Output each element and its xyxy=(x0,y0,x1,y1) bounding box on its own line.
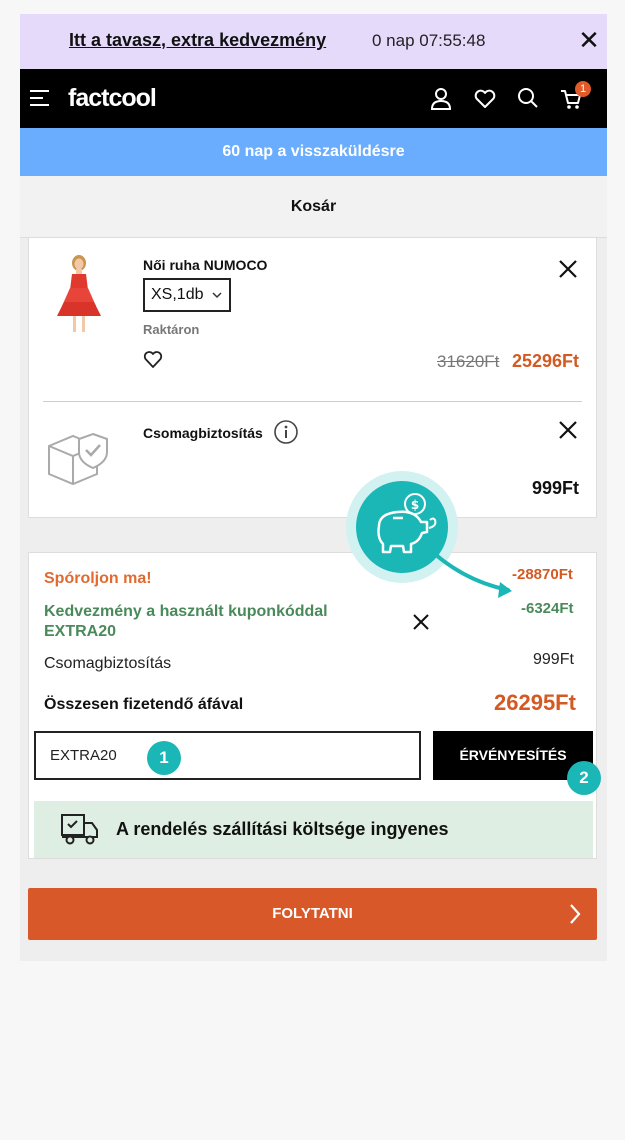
free-shipping-banner: A rendelés szállítási költsége ingyenes xyxy=(34,801,593,858)
product-old-price: 31620Ft xyxy=(437,352,500,371)
page-title: Kosár xyxy=(20,176,607,238)
total-label: Összesen fizetendő áfával xyxy=(44,696,244,713)
shield-box-icon xyxy=(48,432,108,486)
product-image[interactable] xyxy=(53,254,105,336)
cart-count-badge: 1 xyxy=(575,81,591,97)
item-divider xyxy=(43,401,582,402)
product-new-price: 25296Ft xyxy=(512,351,580,371)
coupon-discount-label: Kedvezmény a használt kuponkóddal EXTRA2… xyxy=(44,603,328,640)
site-header: factcool 1 xyxy=(20,69,607,128)
promo-close-icon[interactable]: ✕ xyxy=(576,25,602,55)
step-1-badge: 1 xyxy=(147,741,181,775)
chevron-down-icon xyxy=(212,292,222,299)
summary-insurance-label: Csomagbiztosítás xyxy=(44,655,172,672)
remove-product-close-icon[interactable] xyxy=(557,258,579,280)
promo-link[interactable]: Itt a tavasz, extra kedvezmény xyxy=(69,30,326,51)
menu-icon[interactable] xyxy=(29,87,51,109)
coupon-input[interactable] xyxy=(34,731,421,780)
variant-value: XS,1db xyxy=(151,286,204,303)
svg-text:$: $ xyxy=(411,498,419,512)
chevron-right-icon xyxy=(570,904,581,924)
info-icon[interactable] xyxy=(273,419,299,445)
remove-coupon-close-icon[interactable] xyxy=(411,612,431,632)
annotation-arrow xyxy=(422,542,512,598)
wishlist-heart-icon[interactable] xyxy=(143,350,163,370)
continue-button[interactable]: FOLYTATNI xyxy=(28,888,597,940)
page-frame: Itt a tavasz, extra kedvezmény 0 nap 07:… xyxy=(20,14,607,961)
promo-bar: Itt a tavasz, extra kedvezmény 0 nap 07:… xyxy=(20,14,607,69)
promo-countdown: 0 nap 07:55:48 xyxy=(372,31,486,50)
cart-items: Női ruha NUMOCO XS,1db Raktáron 31620Ft … xyxy=(28,238,597,518)
insurance-price: 999Ft xyxy=(532,478,580,498)
step-2-badge: 2 xyxy=(567,761,601,795)
coupon-discount-value: -6324Ft xyxy=(521,600,574,617)
factcool-logo[interactable]: factcool xyxy=(68,84,157,113)
free-shipping-text: A rendelés szállítási költsége ingyenes xyxy=(116,819,449,839)
search-icon[interactable] xyxy=(517,87,539,109)
insurance-name: Csomagbiztosítás xyxy=(143,425,263,441)
stock-status: Raktáron xyxy=(143,322,200,337)
truck-icon xyxy=(61,814,98,845)
variant-select[interactable]: XS,1db xyxy=(143,278,231,312)
continue-label: FOLYTATNI xyxy=(272,905,353,922)
heart-icon[interactable] xyxy=(474,89,496,109)
product-name[interactable]: Női ruha NUMOCO xyxy=(143,257,267,273)
total-value: 26295Ft xyxy=(494,690,576,715)
remove-insurance-close-icon[interactable] xyxy=(557,419,579,441)
user-icon[interactable] xyxy=(430,87,452,111)
savings-label: Spóroljon ma! xyxy=(44,570,152,587)
summary-insurance-value: 999Ft xyxy=(533,651,574,668)
returns-banner: 60 nap a visszaküldésre xyxy=(20,128,607,176)
savings-value: -28870Ft xyxy=(512,566,573,583)
